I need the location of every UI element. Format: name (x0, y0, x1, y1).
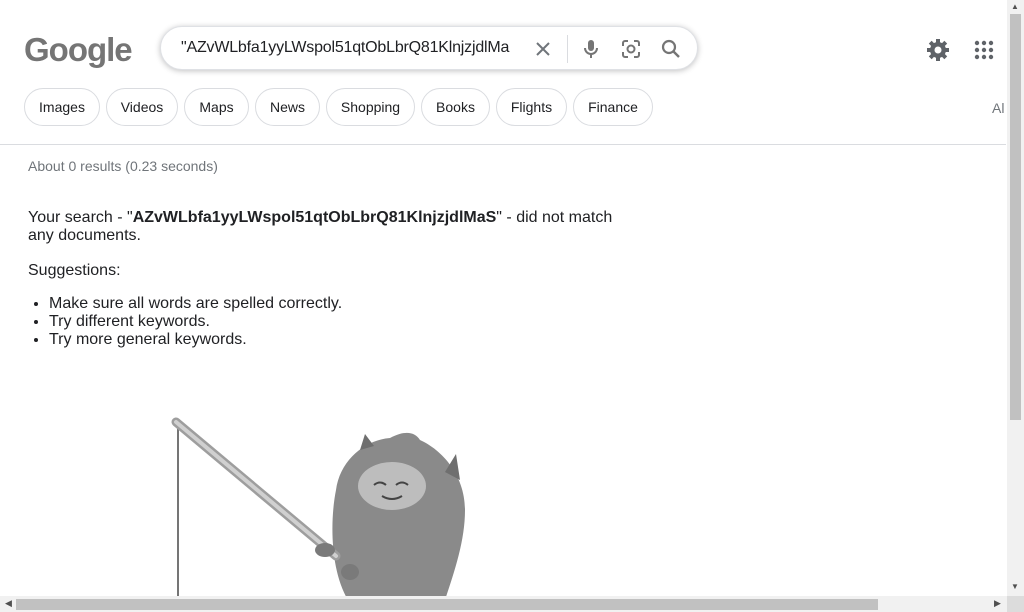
vertical-scrollbar-thumb[interactable] (1010, 14, 1021, 420)
search-divider (567, 35, 568, 63)
search-input[interactable]: "AZvWLbfa1yyLWspol51qtObLbrQ81KlnjzjdlMa (181, 39, 521, 57)
horizontal-scrollbar-thumb[interactable] (16, 599, 878, 610)
header-divider (0, 144, 1006, 145)
message-prefix: Your search - " (28, 209, 133, 226)
suggestions-title: Suggestions: (28, 262, 121, 279)
scroll-left-arrow-icon[interactable]: ◀ (5, 598, 12, 609)
tab-finance[interactable]: Finance (573, 88, 653, 126)
suggestion-item: Try different keywords. (49, 313, 342, 331)
search-icon[interactable] (657, 35, 685, 63)
gear-icon[interactable] (924, 36, 952, 64)
tab-shopping[interactable]: Shopping (326, 88, 415, 126)
camera-lens-icon[interactable] (617, 35, 645, 63)
message-query: AZvWLbfa1yyLWspol51qtObLbrQ81KlnjzjdlMaS (132, 209, 497, 226)
tab-flights[interactable]: Flights (496, 88, 567, 126)
scroll-up-arrow-icon[interactable]: ▲ (1011, 2, 1019, 11)
tab-images[interactable]: Images (24, 88, 100, 126)
tab-books[interactable]: Books (421, 88, 490, 126)
suggestion-item: Make sure all words are spelled correctl… (49, 295, 342, 313)
no-results-message: Your search - "AZvWLbfa1yyLWspol51qtObLb… (28, 209, 638, 245)
suggestion-item: Try more general keywords. (49, 331, 342, 349)
scrollbar-corner (1007, 596, 1024, 612)
tab-news[interactable]: News (255, 88, 320, 126)
fishing-monster-illustration (171, 417, 465, 600)
result-stats: About 0 results (0.23 seconds) (28, 158, 218, 174)
tab-videos[interactable]: Videos (106, 88, 178, 126)
scroll-down-arrow-icon[interactable]: ▼ (1011, 582, 1019, 591)
scroll-right-arrow-icon[interactable]: ▶ (994, 598, 1001, 609)
suggestions-list: Make sure all words are spelled correctl… (28, 295, 342, 349)
google-logo[interactable]: Google (24, 32, 133, 68)
microphone-icon[interactable] (577, 35, 605, 63)
close-icon[interactable] (529, 35, 557, 63)
apps-grid-icon[interactable] (970, 36, 998, 64)
search-box[interactable]: "AZvWLbfa1yyLWspol51qtObLbrQ81KlnjzjdlMa (160, 26, 698, 70)
tab-maps[interactable]: Maps (184, 88, 249, 126)
tab-all-overflow[interactable]: Al (992, 100, 1004, 116)
